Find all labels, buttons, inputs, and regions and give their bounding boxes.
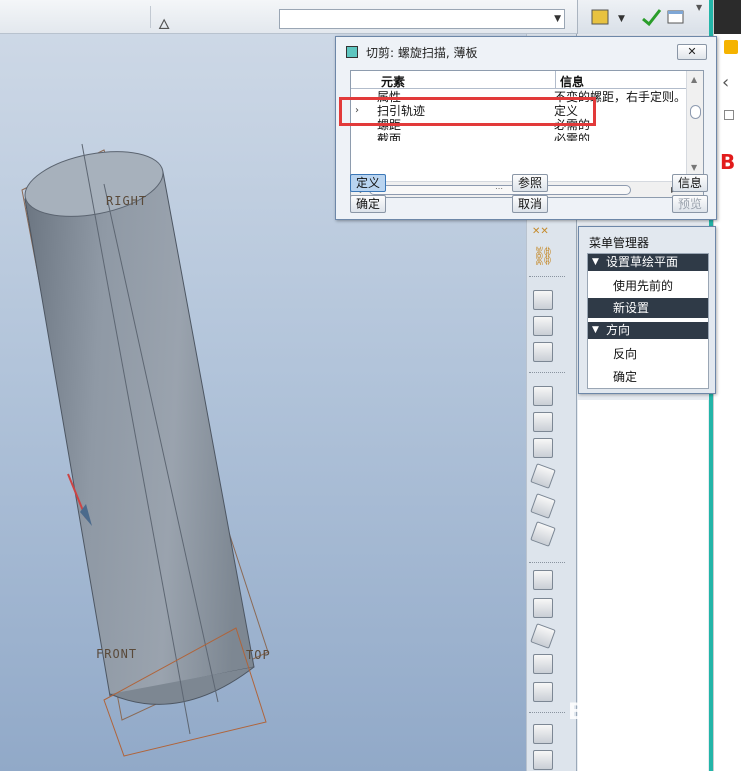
- menu-item-flip[interactable]: 反向: [588, 344, 708, 364]
- mirror-icon[interactable]: [533, 598, 553, 618]
- watermark-url: jingyan.baidu.com: [590, 734, 692, 747]
- menu-list: ▼ 设置草绘平面 使用先前的 新设置 ▼ 方向 反向 确定: [587, 253, 709, 389]
- draft-icon[interactable]: [530, 463, 556, 489]
- browser-logo: B: [720, 150, 736, 174]
- preview-button[interactable]: 预览: [672, 195, 708, 213]
- menu-section-sketch-plane[interactable]: ▼ 设置草绘平面: [588, 254, 708, 271]
- row-info: 必需的: [554, 133, 591, 141]
- scroll-down-icon[interactable]: ▼: [691, 163, 697, 172]
- browser-window-edge: ‹ B: [713, 0, 741, 771]
- table-row[interactable]: 截面 必需的: [351, 133, 686, 141]
- cancel-button[interactable]: 取消: [512, 195, 548, 213]
- reference-button[interactable]: 参照: [512, 174, 548, 192]
- trim-icon[interactable]: [533, 654, 553, 674]
- datum-top-label: TOP: [246, 648, 271, 662]
- scroll-thumb[interactable]: ⋯: [369, 184, 631, 195]
- toolbar-separator: [150, 6, 151, 28]
- collapse-triangle-icon[interactable]: ▼: [592, 254, 599, 271]
- regenerate-icon[interactable]: [640, 7, 664, 27]
- datum-plane-icon[interactable]: [533, 290, 553, 310]
- collapse-triangle-icon[interactable]: ▼: [592, 322, 599, 339]
- table-header: 元素 信息: [351, 71, 686, 89]
- dialog-icon: [346, 46, 358, 58]
- top-right-toolbar: ▼ ▼: [577, 0, 713, 34]
- column-header-element[interactable]: 元素: [381, 73, 405, 90]
- annotation-highlight-box: [339, 97, 596, 126]
- datum-point-icon[interactable]: [533, 342, 553, 362]
- scroll-thumb[interactable]: [690, 105, 701, 119]
- info-button[interactable]: 信息: [672, 174, 708, 192]
- link-x-icon[interactable]: ✕✕: [532, 226, 549, 237]
- thicken-icon[interactable]: [533, 750, 553, 770]
- row-element: 截面: [377, 133, 402, 141]
- menu-section-label: 设置草绘平面: [606, 255, 679, 269]
- window-icon[interactable]: [666, 8, 686, 26]
- pattern-icon[interactable]: [533, 724, 553, 744]
- menu-manager: 菜单管理器 ▼ 设置草绘平面 使用先前的 新设置 ▼ 方向 反向 确定: [578, 226, 716, 394]
- hole-icon[interactable]: [533, 386, 553, 406]
- chain-icon[interactable]: ⛓: [532, 246, 555, 267]
- toolbar-separator: [529, 372, 565, 373]
- round-icon[interactable]: [530, 493, 556, 519]
- svg-text:▼: ▼: [618, 14, 625, 24]
- filter-combo[interactable]: ▼: [279, 9, 565, 29]
- close-button[interactable]: ✕: [677, 44, 707, 60]
- merge-icon[interactable]: [530, 623, 556, 649]
- feature-definition-dialog: 切剪: 螺旋扫描, 薄板 ✕ 元素 信息 属性 不变的螺距，右手定则。 › 扫引…: [335, 36, 717, 220]
- menu-item-new-setting[interactable]: 新设置: [588, 298, 708, 318]
- back-icon[interactable]: ‹: [722, 72, 729, 93]
- favicon-icon: [724, 40, 738, 54]
- more-chevron-icon[interactable]: ▼: [696, 3, 702, 12]
- chamfer-icon[interactable]: [530, 521, 556, 547]
- probe-icon[interactable]: 🜂: [158, 8, 170, 37]
- menu-section-label: 方向: [606, 323, 631, 337]
- column-header-info[interactable]: 信息: [560, 73, 584, 90]
- toolbar-separator: [529, 276, 565, 277]
- sketch-tool-icon[interactable]: ▼: [590, 7, 634, 27]
- scroll-up-icon[interactable]: ▲: [691, 75, 697, 84]
- grip-icon: ⋯: [495, 184, 503, 193]
- copy-icon[interactable]: [533, 570, 553, 590]
- menu-item-okay[interactable]: 确定: [588, 367, 708, 387]
- shell-icon[interactable]: [533, 412, 553, 432]
- watermark-brand: Baidu经验: [568, 700, 683, 725]
- dialog-title: 切剪: 螺旋扫描, 薄板: [366, 46, 478, 60]
- toolbar-separator: [529, 562, 565, 563]
- datum-axis-icon[interactable]: [533, 316, 553, 336]
- menu-item-use-previous[interactable]: 使用先前的: [588, 276, 708, 296]
- menu-section-direction[interactable]: ▼ 方向: [588, 322, 708, 339]
- toolbar-separator: [529, 712, 565, 713]
- ok-button[interactable]: 确定: [350, 195, 386, 213]
- offset-icon[interactable]: [533, 682, 553, 702]
- checkbox-icon[interactable]: [724, 110, 734, 120]
- rib-icon[interactable]: [533, 438, 553, 458]
- browser-tab-bar: [714, 0, 741, 34]
- menu-manager-title: 菜单管理器: [589, 236, 650, 250]
- datum-front-label: FRONT: [96, 647, 138, 661]
- chevron-down-icon[interactable]: ▼: [554, 10, 561, 28]
- vertical-scrollbar[interactable]: ▲ ▼: [686, 71, 703, 181]
- datum-right-label: RIGHT: [106, 194, 148, 208]
- define-button[interactable]: 定义: [350, 174, 386, 192]
- column-divider[interactable]: [555, 71, 556, 89]
